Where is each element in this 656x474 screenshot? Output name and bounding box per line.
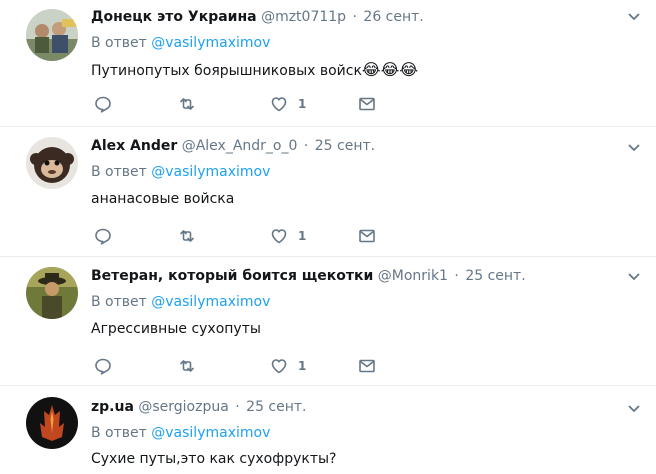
separator-dot: · [235, 399, 240, 415]
avatar-image [26, 397, 78, 449]
avatar[interactable] [26, 397, 78, 449]
message-icon [359, 97, 375, 111]
retweet-button[interactable] [178, 226, 196, 246]
fullname[interactable]: Alex Ander [91, 138, 177, 154]
timestamp[interactable]: 25 сент. [465, 268, 525, 284]
separator-dot: · [303, 138, 309, 154]
direct-message-button[interactable] [358, 226, 376, 246]
reply-prefix: В ответ [91, 164, 147, 180]
avatar-image [26, 9, 78, 61]
like-button[interactable]: 1 [270, 226, 306, 246]
tweet-header: zp.ua @sergiozpua · 25 сент. [91, 398, 307, 417]
like-icon [271, 359, 287, 374]
like-icon [271, 97, 287, 112]
reply-context: В ответ @vasilymaximov [91, 163, 270, 182]
username[interactable]: @Monrik1 [378, 268, 448, 284]
retweet-button[interactable] [178, 356, 196, 376]
reply-context: В ответ @vasilymaximov [91, 293, 270, 312]
avatar[interactable] [26, 267, 78, 319]
reply-icon [95, 358, 111, 375]
fullname[interactable]: zp.ua [91, 399, 134, 415]
tweet-header: Ветеран, который боится щекотки @Monrik1… [91, 267, 526, 286]
username[interactable]: @Alex_Andr_o_0 [182, 138, 298, 154]
tweet-item[interactable]: Донецк это Украина @mzt0711p · 26 сент. … [0, 0, 656, 127]
retweet-icon [180, 360, 194, 372]
reply-context: В ответ @vasilymaximov [91, 424, 270, 443]
tweet-text: Агрессивные сухопуты [91, 320, 261, 339]
chevron-down-icon[interactable] [627, 143, 641, 153]
tweet-text: Сухие путы,это как сухофрукты? [91, 450, 336, 469]
timestamp[interactable]: 25 сент. [315, 138, 375, 154]
reply-prefix: В ответ [91, 294, 147, 310]
tweet-text-body: Путинопутых боярышниковых войск [91, 63, 362, 79]
emoji-laughing: 😂😂😂 [361, 60, 419, 79]
tweet-text: Путинопутых боярышниковых войск😂😂😂 [91, 60, 418, 81]
fullname[interactable]: Ветеран, который боится щекотки [91, 268, 373, 284]
chevron-down-icon[interactable] [627, 272, 641, 282]
reply-button[interactable] [94, 226, 112, 246]
retweet-button[interactable] [178, 94, 196, 114]
tweet-item[interactable]: Alex Ander @Alex_Andr_o_0 · 25 сент. В о… [0, 127, 656, 257]
reply-button[interactable] [94, 356, 112, 376]
direct-message-button[interactable] [358, 356, 376, 376]
retweet-icon [180, 230, 194, 242]
tweet-text-body: Сухие путы,это как сухофрукты? [91, 451, 337, 467]
reply-mention-link[interactable]: @vasilymaximov [151, 294, 270, 310]
avatar-image [26, 267, 78, 319]
tweet-header: Донецк это Украина @mzt0711p · 26 сент. [91, 8, 424, 27]
reply-mention-link[interactable]: @vasilymaximov [151, 164, 270, 180]
direct-message-button[interactable] [358, 94, 376, 114]
like-icon [271, 229, 287, 244]
avatar[interactable] [26, 137, 78, 189]
reply-context: В ответ @vasilymaximov [91, 34, 270, 53]
retweet-icon [180, 98, 194, 110]
tweet-item[interactable]: zp.ua @sergiozpua · 25 сент. В ответ @va… [0, 386, 656, 474]
chevron-down-icon[interactable] [627, 404, 641, 414]
avatar[interactable] [26, 9, 78, 61]
tweet-actions: 1 [94, 226, 394, 246]
username[interactable]: @mzt0711p [261, 9, 346, 25]
chevron-down-icon[interactable] [627, 12, 641, 22]
timestamp[interactable]: 26 сент. [363, 9, 423, 25]
reply-mention-link[interactable]: @vasilymaximov [151, 425, 270, 441]
like-count: 1 [298, 97, 307, 111]
tweet-text-body: ананасовые войска [91, 191, 235, 207]
tweet-text: ананасовые войска [91, 190, 234, 209]
separator-dot: · [352, 9, 357, 25]
tweet-actions: 1 [94, 356, 394, 376]
reply-mention-link[interactable]: @vasilymaximov [151, 35, 270, 51]
username[interactable]: @sergiozpua [138, 399, 228, 415]
reply-icon [95, 228, 111, 245]
message-icon [359, 229, 375, 243]
reply-button[interactable] [94, 94, 112, 114]
like-button[interactable]: 1 [270, 94, 306, 114]
fullname[interactable]: Донецк это Украина [91, 9, 257, 25]
message-icon [359, 359, 375, 373]
tweet-actions: 1 [94, 94, 394, 114]
reply-icon [95, 96, 111, 113]
like-count: 1 [298, 359, 307, 373]
separator-dot: · [454, 268, 459, 284]
tweet-header: Alex Ander @Alex_Andr_o_0 · 25 сент. [91, 137, 375, 156]
reply-prefix: В ответ [91, 35, 147, 51]
timestamp[interactable]: 25 сент. [246, 399, 306, 415]
tweet-text-body: Агрессивные сухопуты [91, 321, 261, 337]
reply-prefix: В ответ [91, 425, 147, 441]
like-count: 1 [298, 229, 307, 243]
like-button[interactable]: 1 [270, 356, 306, 376]
tweet-item[interactable]: Ветеран, который боится щекотки @Monrik1… [0, 257, 656, 386]
avatar-image [26, 137, 78, 189]
